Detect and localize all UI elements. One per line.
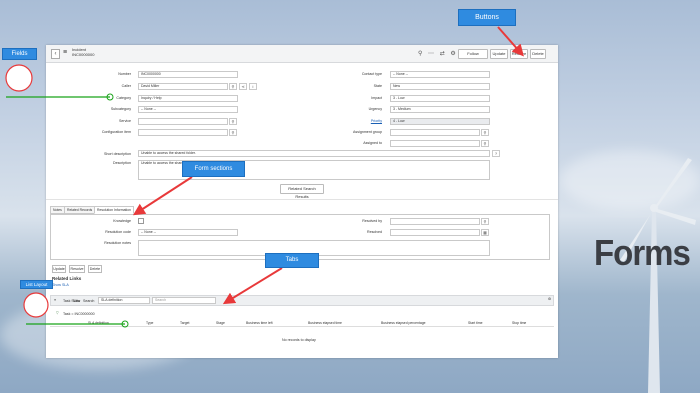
annotation-overlay xyxy=(5,26,524,328)
buttons-callout: Buttons xyxy=(458,9,516,26)
list-layout-circle xyxy=(23,292,49,318)
fields-callout: Fields xyxy=(2,48,37,60)
tabs-callout: Tabs xyxy=(265,253,319,268)
forms-title: Forms xyxy=(594,232,691,273)
fields-circle xyxy=(5,64,33,92)
tabs-arrow xyxy=(222,267,283,305)
buttons-arrow xyxy=(497,26,524,57)
list-layout-callout: List Layout xyxy=(20,280,53,289)
form-sections-arrow xyxy=(132,176,193,216)
form-sections-callout: Form sections xyxy=(182,161,245,177)
